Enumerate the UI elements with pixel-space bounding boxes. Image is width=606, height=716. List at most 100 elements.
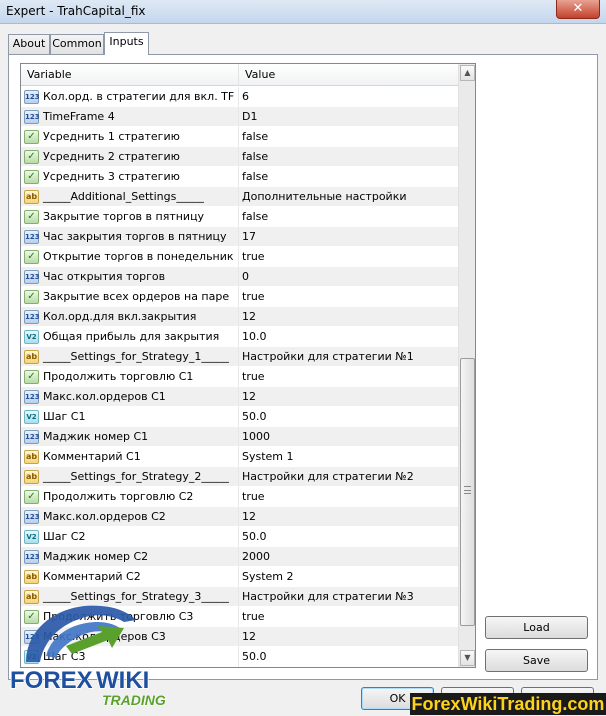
value-cell[interactable]: 12 (242, 307, 457, 327)
double-type-icon: V2 (24, 410, 39, 424)
scroll-up-icon: ▲ (464, 68, 471, 77)
close-icon: ✕ (572, 1, 584, 16)
value-cell[interactable]: 6 (242, 87, 457, 107)
vertical-scrollbar[interactable]: ▲ ▼ (458, 64, 475, 667)
table-row[interactable]: ✓ Усреднить 2 стратегию false (21, 147, 459, 167)
value-cell[interactable]: 1000 (242, 427, 457, 447)
value-cell[interactable]: true (242, 487, 457, 507)
variable-cell: ab _____Additional_Settings_____ (21, 187, 239, 207)
table-row[interactable]: 123 TimeFrame 4 D1 (21, 107, 459, 127)
boolean-type-icon: ✓ (24, 250, 39, 264)
table-row[interactable]: ✓ Продолжить торговлю C2 true (21, 487, 459, 507)
table-row[interactable]: ✓ Усреднить 3 стратегию false (21, 167, 459, 187)
integer-type-icon: 123 (24, 390, 40, 404)
value-cell[interactable]: Настройки для стратегии №2 (242, 467, 457, 487)
tab-common[interactable]: Common (50, 34, 104, 54)
svg-text:TRADING: TRADING (102, 692, 166, 708)
value-cell[interactable]: System 1 (242, 447, 457, 467)
integer-type-icon: 123 (24, 550, 40, 564)
value-cell[interactable]: true (242, 247, 457, 267)
value-cell[interactable]: 50.0 (242, 647, 457, 667)
variable-name: TimeFrame 4 (43, 110, 115, 123)
value-cell[interactable]: 0 (242, 267, 457, 287)
variable-name: Макс.кол.ордеров C2 (43, 510, 166, 523)
value-cell[interactable]: 50.0 (242, 407, 457, 427)
value-cell[interactable]: Настройки для стратегии №1 (242, 347, 457, 367)
table-row[interactable]: 123 Кол.орд. в стратегии для вкл. TF 46 (21, 87, 459, 107)
scroll-thumb[interactable] (460, 358, 475, 626)
load-button[interactable]: Load (485, 616, 588, 639)
table-row[interactable]: 123 Маджик номер C1 1000 (21, 427, 459, 447)
integer-type-icon: 123 (24, 430, 40, 444)
tab-about[interactable]: About (8, 34, 50, 54)
column-header-variable[interactable]: Variable (21, 64, 239, 86)
value-cell[interactable]: System 2 (242, 567, 457, 587)
integer-type-icon: 123 (24, 270, 40, 284)
scroll-down-icon: ▼ (464, 653, 471, 662)
variable-cell: ✓ Усреднить 3 стратегию (21, 167, 239, 187)
integer-type-icon: 123 (24, 230, 40, 244)
table-row[interactable]: V2 Шаг C1 50.0 (21, 407, 459, 427)
value-cell[interactable]: false (242, 127, 457, 147)
table-row[interactable]: 123 Час открытия торгов 0 (21, 267, 459, 287)
table-row[interactable]: 123 Макс.кол.ордеров C1 12 (21, 387, 459, 407)
column-header-value[interactable]: Value (239, 64, 459, 86)
table-row[interactable]: ✓ Закрытие всех ордеров на паре true (21, 287, 459, 307)
table-row[interactable]: V2 Шаг C2 50.0 (21, 527, 459, 547)
scroll-grip-icon (464, 486, 471, 494)
value-cell[interactable]: 50.0 (242, 527, 457, 547)
tab-common-label: Common (52, 37, 102, 50)
value-cell[interactable]: false (242, 167, 457, 187)
value-cell[interactable]: false (242, 207, 457, 227)
table-row[interactable]: ✓ Продолжить торговлю C1 true (21, 367, 459, 387)
variable-name: Продолжить торговлю C1 (43, 370, 194, 383)
table-row[interactable]: ab Комментарий C1 System 1 (21, 447, 459, 467)
table-row[interactable]: ✓ Открытие торгов в понедельник true (21, 247, 459, 267)
save-button[interactable]: Save (485, 649, 588, 672)
value-cell[interactable]: D1 (242, 107, 457, 127)
value-cell[interactable]: true (242, 607, 457, 627)
table-row[interactable]: ✓ Усреднить 1 стратегию false (21, 127, 459, 147)
table-row[interactable]: 123 Маджик номер C2 2000 (21, 547, 459, 567)
value-cell[interactable]: 2000 (242, 547, 457, 567)
table-row[interactable]: 123 Макс.кол.ордеров C2 12 (21, 507, 459, 527)
table-row[interactable]: ab _____Settings_for_Strategy_1_____ Настр… (21, 347, 459, 367)
value-cell[interactable]: 10.0 (242, 327, 457, 347)
close-button[interactable]: ✕ (556, 0, 600, 19)
variable-name: Усреднить 1 стратегию (43, 130, 180, 143)
value-cell[interactable]: true (242, 287, 457, 307)
table-row[interactable]: ab Комментарий C2 System 2 (21, 567, 459, 587)
variable-cell: 123 TimeFrame 4 (21, 107, 239, 127)
tab-inputs[interactable]: Inputs (104, 32, 149, 55)
table-row[interactable]: ab _____Settings_for_Strategy_2_____ Настр… (21, 467, 459, 487)
boolean-type-icon: ✓ (24, 170, 39, 184)
value-cell[interactable]: Настройки для стратегии №3 (242, 587, 457, 607)
value-cell[interactable]: 12 (242, 627, 457, 647)
value-cell[interactable]: true (242, 367, 457, 387)
scroll-up-button[interactable]: ▲ (460, 65, 475, 81)
value-cell[interactable]: false (242, 147, 457, 167)
table-row[interactable]: 123 Кол.орд.для вкл.закрытия 12 (21, 307, 459, 327)
variable-cell: 123 Макс.кол.ордеров C2 (21, 507, 239, 527)
boolean-type-icon: ✓ (24, 210, 39, 224)
variable-name: Комментарий C2 (43, 570, 141, 583)
table-row[interactable]: ab _____Additional_Settings_____ Дополните… (21, 187, 459, 207)
string-type-icon: ab (24, 570, 39, 584)
table-row[interactable]: 123 Час закрытия торгов в пятницу 17 (21, 227, 459, 247)
table-row[interactable]: V2 Общая прибыль для закрытия 10.0 (21, 327, 459, 347)
value-cell[interactable]: Дополнительные настройки (242, 187, 457, 207)
table-row[interactable]: ✓ Закрытие торгов в пятницу false (21, 207, 459, 227)
variable-name: Кол.орд.для вкл.закрытия (43, 310, 197, 323)
variable-cell: 123 Маджик номер C1 (21, 427, 239, 447)
value-cell[interactable]: 12 (242, 387, 457, 407)
integer-type-icon: 123 (24, 110, 40, 124)
variable-cell: ✓ Открытие торгов в понедельник (21, 247, 239, 267)
scroll-down-button[interactable]: ▼ (460, 650, 475, 666)
value-cell[interactable]: 12 (242, 507, 457, 527)
tab-inputs-label: Inputs (109, 35, 144, 48)
variable-name: Маджик номер C2 (43, 550, 149, 563)
boolean-type-icon: ✓ (24, 290, 39, 304)
variable-cell: V2 Шаг C1 (21, 407, 239, 427)
variable-name: _____Additional_Settings_____ (43, 190, 204, 203)
value-cell[interactable]: 17 (242, 227, 457, 247)
